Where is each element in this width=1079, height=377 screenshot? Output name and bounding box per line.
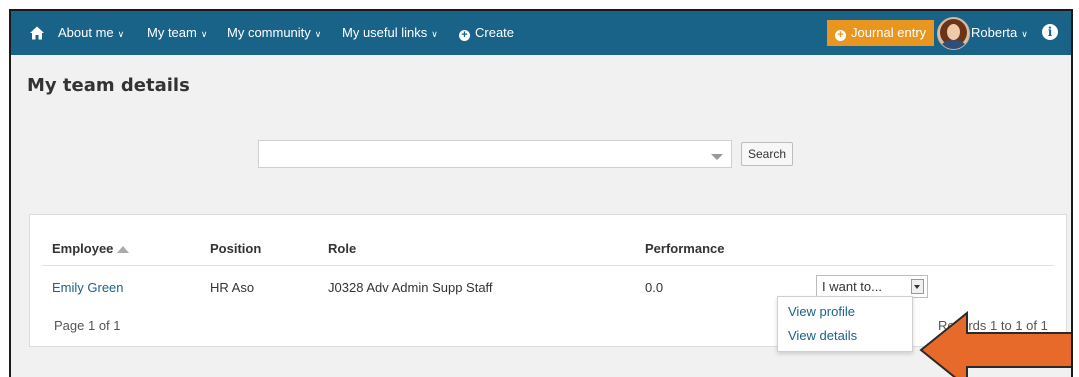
employee-link[interactable]: Emily Green (52, 280, 124, 295)
page-title: My team details (27, 75, 190, 96)
sort-ascending-icon (117, 246, 130, 253)
menu-item-view-profile[interactable]: View profile (788, 304, 855, 319)
pointer-arrow-icon (919, 311, 1071, 377)
chevron-down-icon: ∨ (314, 29, 322, 39)
plus-circle-icon: + (459, 30, 470, 41)
nav-my-community[interactable]: My community ∨ (227, 11, 321, 55)
chevron-down-icon: ∨ (1021, 29, 1028, 39)
column-header-performance: Performance (645, 241, 725, 256)
avatar[interactable] (937, 17, 970, 50)
nav-create-label: Create (475, 25, 515, 40)
nav-my-community-label: My community (227, 25, 311, 40)
action-dropdown-menu: View profile View details (777, 296, 913, 352)
performance-cell: 0.0 (645, 280, 664, 295)
chevron-down-icon: ∨ (200, 29, 208, 39)
role-cell: J0328 Adv Admin Supp Staff (328, 280, 493, 295)
user-menu[interactable]: Roberta ∨ (971, 11, 1028, 55)
chevron-down-icon: ∨ (117, 29, 125, 39)
nav-my-useful-links-label: My useful links (342, 25, 428, 40)
plus-circle-icon: + (835, 30, 846, 41)
column-header-employee[interactable]: Employee (52, 241, 130, 256)
info-icon[interactable]: i (1042, 24, 1058, 40)
nav-my-team[interactable]: My team ∨ (147, 11, 207, 55)
header-divider (42, 265, 1054, 266)
dropdown-caret-icon (711, 154, 723, 160)
home-icon[interactable] (29, 25, 45, 41)
app-frame: About me ∨ My team ∨ My community ∨ My usef… (9, 9, 1073, 377)
i-want-to-label: I want to... (822, 279, 882, 294)
select-arrow-icon (911, 279, 924, 294)
column-header-role: Role (328, 241, 357, 256)
search-input[interactable] (258, 140, 732, 168)
nav-about-me-label: About me (58, 25, 114, 40)
journal-entry-button[interactable]: + Journal entry (827, 20, 935, 46)
nav-my-team-label: My team (147, 25, 197, 40)
menu-item-view-details[interactable]: View details (788, 328, 857, 343)
page-info: Page 1 of 1 (54, 318, 121, 333)
column-header-employee-label: Employee (52, 241, 114, 256)
column-header-position: Position (210, 241, 262, 256)
nav-about-me[interactable]: About me ∨ (58, 11, 124, 55)
nav-create[interactable]: + Create (459, 11, 514, 55)
journal-entry-label: Journal entry (851, 25, 927, 40)
search-button[interactable]: Search (741, 142, 794, 166)
position-cell: HR Aso (210, 280, 255, 295)
nav-my-useful-links[interactable]: My useful links ∨ (342, 11, 438, 55)
user-name-label: Roberta (971, 25, 1018, 40)
top-navbar: About me ∨ My team ∨ My community ∨ My usef… (11, 11, 1071, 55)
i-want-to-select[interactable]: I want to... (816, 275, 928, 298)
chevron-down-icon: ∨ (431, 29, 438, 39)
